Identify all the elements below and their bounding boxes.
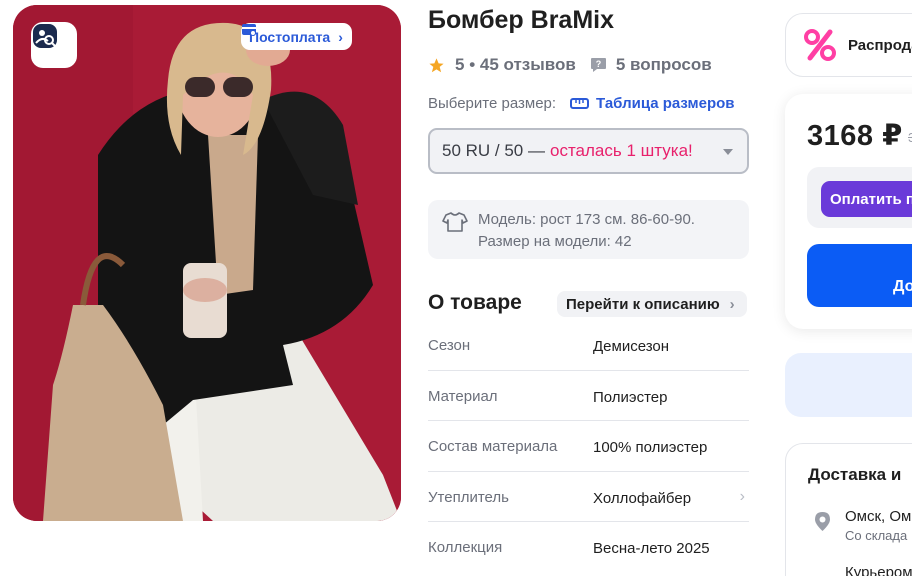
size-table-link[interactable]: Таблица размеров	[570, 95, 735, 112]
pay-block: Оплатить п	[807, 167, 912, 228]
spec-row: Состав материала 100% полиэстер	[428, 421, 749, 472]
delivery-warehouse: Со склада	[845, 528, 908, 543]
svg-text:?: ?	[596, 59, 602, 69]
ruler-icon	[570, 98, 590, 109]
postpay-label: Постоплата	[249, 28, 331, 45]
rating-separator: •	[464, 55, 480, 74]
chevron-right-icon: ›	[739, 487, 745, 505]
model-height: Модель: рост 173 см. 86-60-90.	[478, 211, 695, 228]
sale-banner[interactable]: Распродажа	[785, 13, 912, 77]
product-title: Бомбер BraMix	[428, 6, 614, 34]
size-label: Выберите размер:	[428, 95, 557, 112]
model-size: Размер на модели: 42	[478, 233, 632, 250]
delivery-title: Доставка и	[808, 465, 902, 484]
specs-table: Сезон Демисезон Материал Полиэстер Соста…	[428, 320, 749, 573]
size-selected-value: 50 RU / 50 —	[442, 141, 545, 160]
spec-value: 100% полиэстер	[593, 439, 708, 456]
image-search-button[interactable]	[31, 22, 77, 68]
sale-label: Распродажа	[848, 36, 912, 54]
price-card: 3168 ₽ 3 Оплатить п До	[785, 94, 912, 329]
star-icon	[429, 57, 444, 72]
questions-link[interactable]: 5 вопросов	[616, 55, 712, 75]
size-table-label: Таблица размеров	[596, 95, 735, 112]
product-photo-image	[13, 5, 401, 521]
goto-description-button[interactable]: Перейти к описанию ›	[557, 291, 747, 317]
add-to-cart-button[interactable]: До	[807, 244, 912, 307]
product-photo[interactable]: Постоплата ›	[13, 5, 401, 521]
product-page: Постоплата › Бомбер BraMix 5 • 45 отзыво…	[0, 0, 912, 576]
pay-button[interactable]: Оплатить п	[821, 181, 912, 217]
percent-icon	[804, 29, 836, 61]
delivery-card: Доставка и Омск, Ом Со склада Курьером	[785, 443, 912, 576]
old-price: 3	[908, 130, 912, 145]
size-label-row: Выберите размер: Таблица размеров	[428, 95, 735, 112]
spec-key: Сезон	[428, 337, 471, 354]
promo-strip[interactable]	[785, 353, 912, 417]
spec-key: Материал	[428, 387, 498, 405]
stock-note: осталась 1 штука!	[550, 141, 693, 160]
chevron-right-icon: ›	[338, 28, 343, 45]
spec-key: Коллекция	[428, 539, 503, 556]
delivery-city[interactable]: Омск, Ом	[845, 508, 911, 525]
spec-key: Состав материала	[428, 438, 558, 455]
shirt-icon	[442, 212, 468, 232]
image-search-icon	[33, 24, 57, 48]
postpay-badge[interactable]: Постоплата ›	[241, 23, 352, 50]
spec-value: Холлофайбер	[593, 489, 692, 507]
model-info: Модель: рост 173 см. 86-60-90. Размер на…	[428, 200, 749, 259]
chevron-right-icon: ›	[729, 295, 735, 313]
chevron-down-icon	[723, 149, 733, 155]
rating-value: 5	[455, 55, 465, 74]
spec-row[interactable]: Утеплитель Холлофайбер ›	[428, 472, 749, 522]
question-icon: ?	[590, 58, 606, 72]
goto-description-label: Перейти к описанию	[566, 295, 720, 313]
spec-row: Материал Полиэстер	[428, 371, 749, 421]
rating-row: 5 • 45 отзывов ? 5 вопросов	[428, 55, 712, 75]
spec-value: Весна-лето 2025	[593, 540, 710, 557]
delivery-courier: Курьером	[845, 564, 912, 576]
spec-row: Коллекция Весна-лето 2025	[428, 522, 749, 573]
current-price: 3168 ₽	[807, 120, 903, 152]
spec-value: Демисезон	[593, 338, 670, 355]
add-to-cart-label: До	[893, 278, 912, 295]
spec-value: Полиэстер	[593, 388, 668, 406]
spec-row: Сезон Демисезон	[428, 320, 749, 371]
about-title: О товаре	[428, 291, 522, 314]
reviews-link[interactable]: 45 отзывов	[480, 55, 576, 75]
location-pin-icon	[815, 512, 830, 531]
card-icon	[242, 24, 256, 36]
spec-key: Утеплитель	[428, 488, 509, 506]
size-select[interactable]: 50 RU / 50 — осталась 1 штука!	[428, 128, 749, 174]
